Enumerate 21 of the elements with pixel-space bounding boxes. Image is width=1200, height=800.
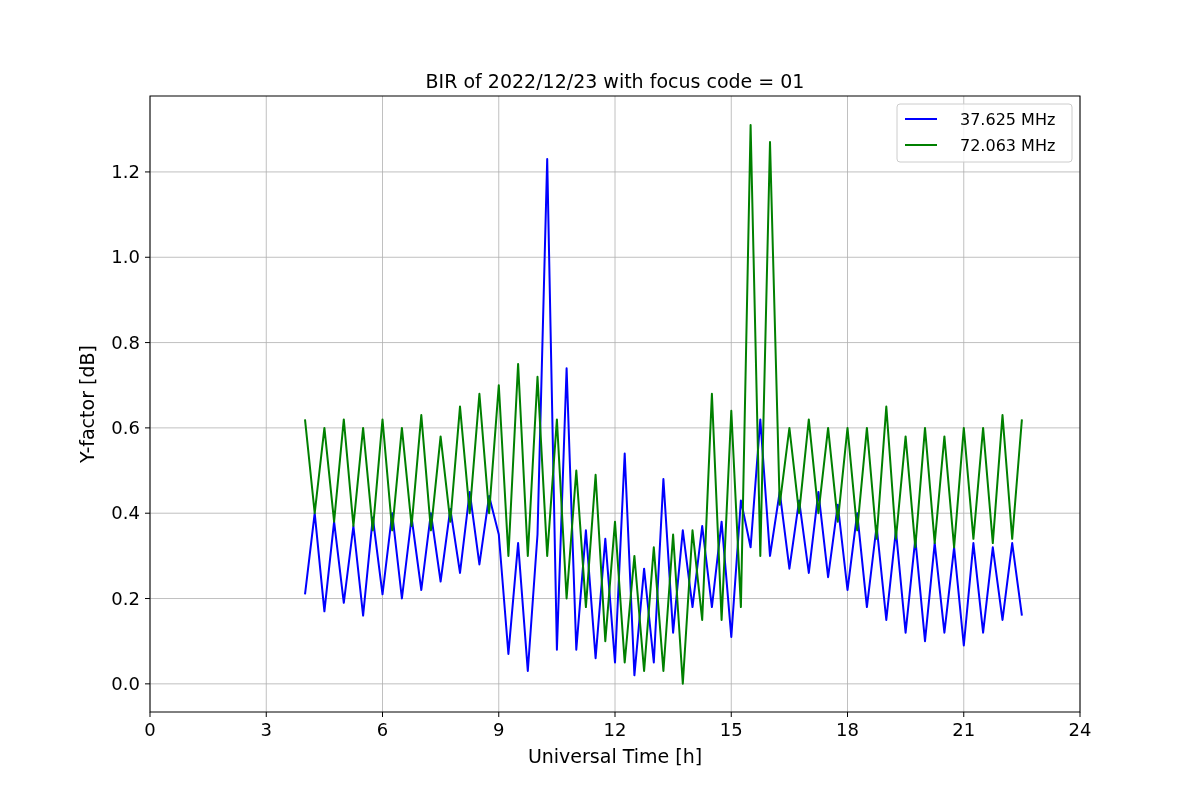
y-tick-label: 1.2 bbox=[111, 160, 140, 182]
y-tick-label: 0.4 bbox=[111, 502, 140, 524]
y-tick-label: 0.2 bbox=[111, 587, 140, 609]
chart-title: BIR of 2022/12/23 with focus code = 01 bbox=[425, 70, 805, 92]
legend-label: 37.625 MHz bbox=[960, 110, 1056, 129]
x-tick-label: 21 bbox=[952, 719, 976, 740]
x-tick-label: 3 bbox=[260, 719, 272, 740]
x-tick-label: 18 bbox=[836, 719, 859, 740]
y-tick-label: 0.0 bbox=[111, 672, 140, 694]
x-tick-label: 12 bbox=[603, 719, 627, 740]
x-tick-label: 0 bbox=[144, 719, 156, 740]
y-tick-label: 0.8 bbox=[111, 331, 140, 353]
legend-label: 72.063 MHz bbox=[960, 136, 1056, 155]
x-tick-label: 9 bbox=[493, 719, 505, 740]
y-tick-label: 1.0 bbox=[111, 246, 140, 268]
x-tick-label: 24 bbox=[1068, 719, 1092, 740]
x-tick-label: 6 bbox=[376, 719, 389, 740]
x-axis-label: Universal Time [h] bbox=[527, 745, 703, 767]
y-tick-label: 0.6 bbox=[111, 416, 140, 438]
x-tick-label: 15 bbox=[719, 719, 743, 740]
y-axis-label: Y-factor [dB] bbox=[76, 345, 98, 463]
